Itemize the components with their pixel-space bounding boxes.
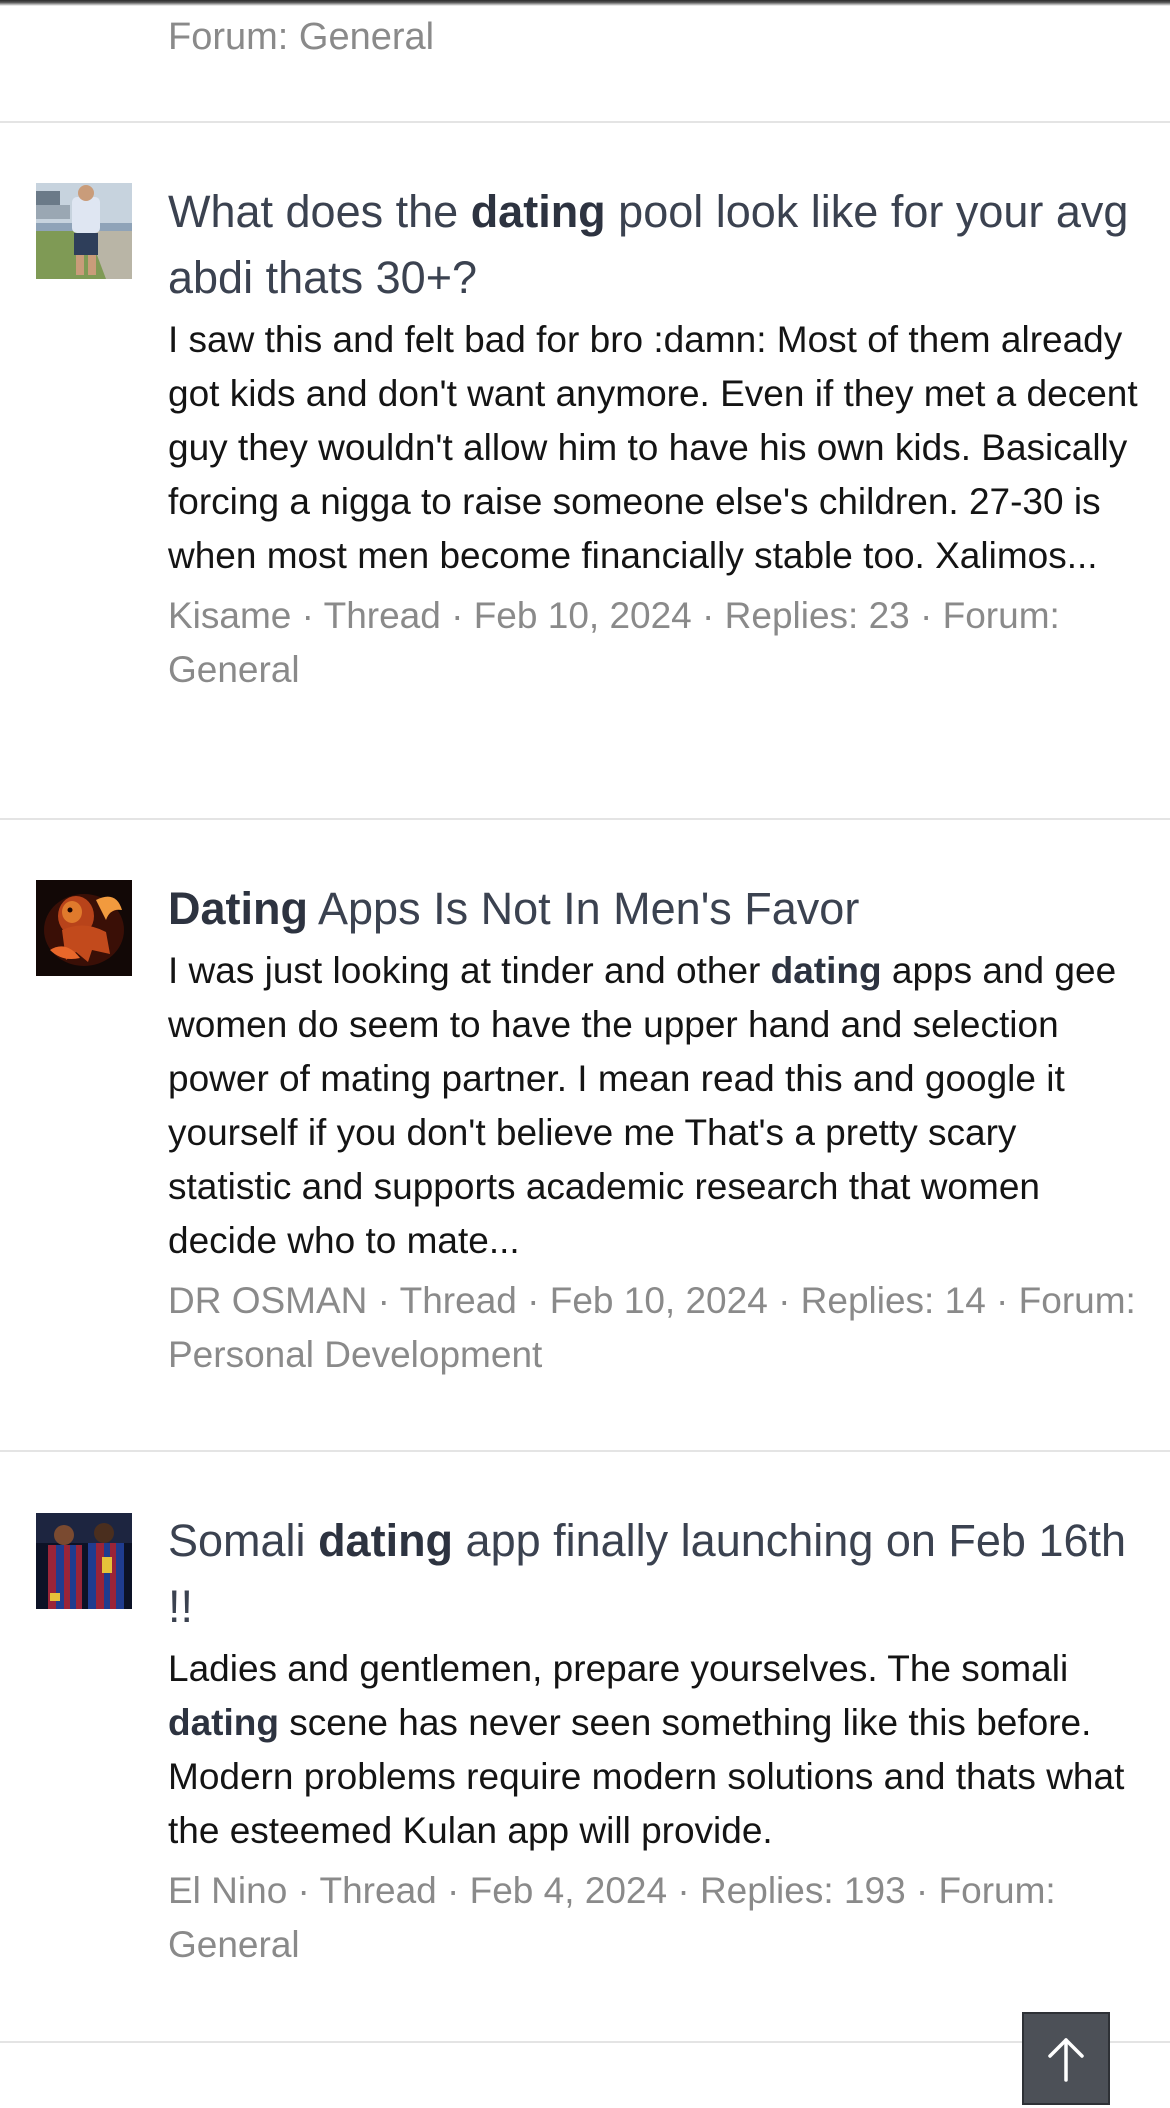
result-title[interactable]: Dating Apps Is Not In Men's Favor [168,876,1143,942]
avatar[interactable] [36,880,132,976]
result-content: Somali dating app finally launching on F… [168,1508,1143,1972]
result-content: Dating Apps Is Not In Men's Favor I was … [168,876,1143,1382]
divider [0,2041,1170,2043]
previous-result-meta: Forum: General [168,16,435,58]
result-meta: Kisame · Thread · Feb 10, 2024 · Replies… [168,595,1060,690]
divider [0,121,1170,123]
top-shadow [0,0,1170,6]
result-snippet: I saw this and felt bad for bro :damn: M… [168,319,1138,576]
result-title[interactable]: What does the dating pool look like for … [168,179,1143,311]
result-meta: DR OSMAN · Thread · Feb 10, 2024 · Repli… [168,1280,1136,1375]
result-content: What does the dating pool look like for … [168,179,1143,697]
result-meta: El Nino · Thread · Feb 4, 2024 · Replies… [168,1870,1056,1965]
result-snippet: Ladies and gentlemen, prepare yourselves… [168,1648,1125,1851]
result-snippet: I was just looking at tinder and other d… [168,950,1117,1261]
result-title[interactable]: Somali dating app finally launching on F… [168,1508,1143,1640]
avatar[interactable] [36,183,132,279]
avatar[interactable] [36,1513,132,1609]
arrow-up-icon [1048,2038,1084,2082]
divider [0,1450,1170,1452]
divider [0,818,1170,820]
back-to-top-button[interactable] [1022,2012,1110,2105]
